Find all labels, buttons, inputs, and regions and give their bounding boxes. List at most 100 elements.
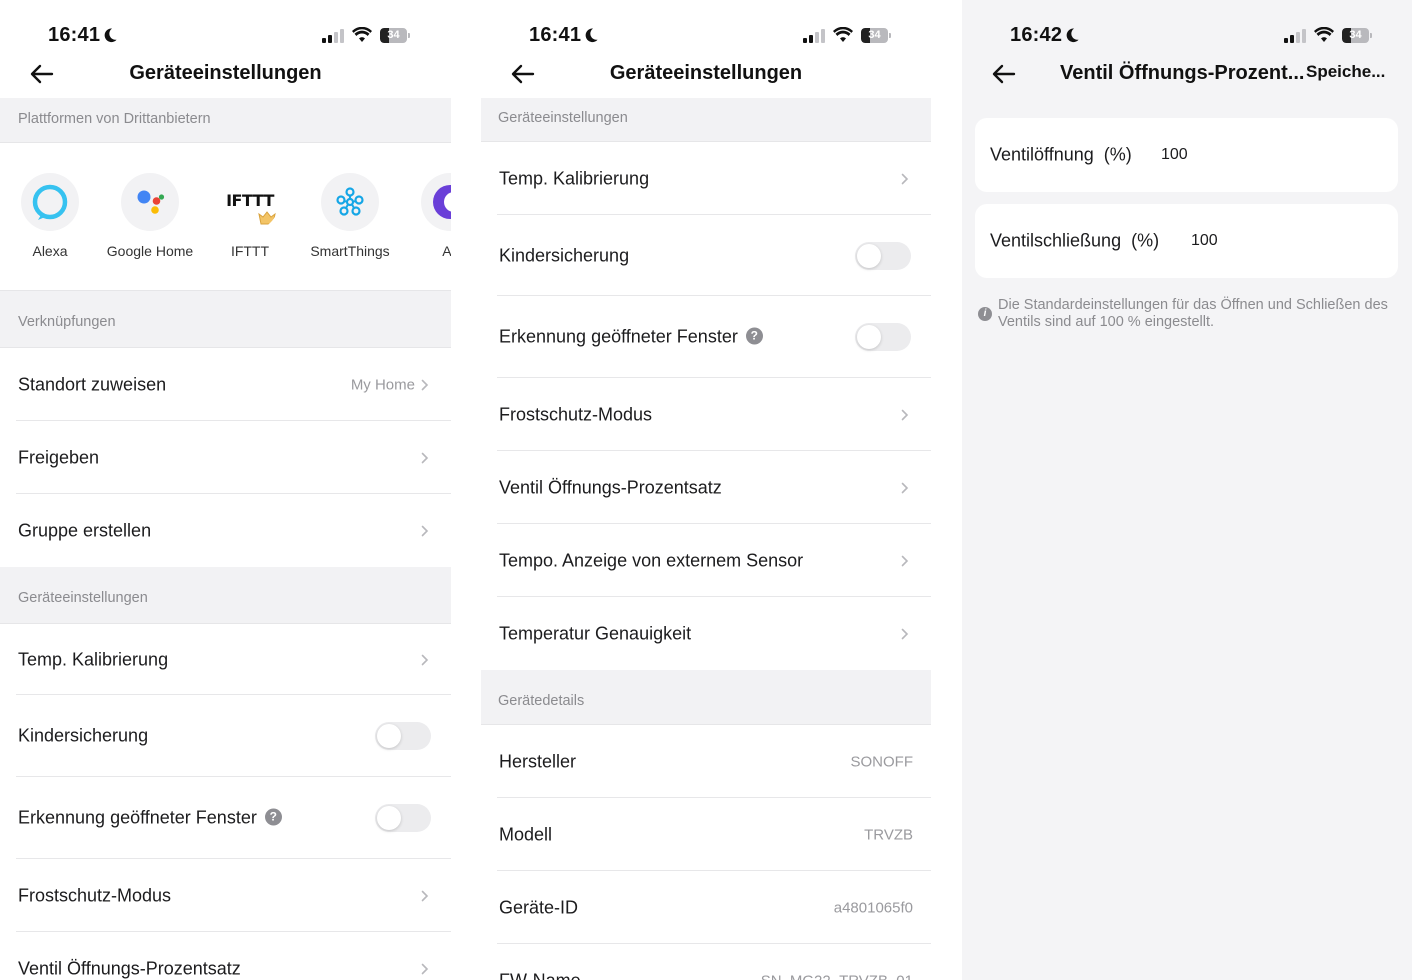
chevron-right-icon [901, 628, 909, 639]
valve-opening-label: Ventilöffnung (%) [990, 144, 1132, 165]
model-row: Modell TRVZB [481, 798, 931, 871]
row-label: Frostschutz-Modus [499, 404, 653, 424]
child-lock-toggle[interactable] [375, 722, 431, 750]
valve-opening-value[interactable]: 100 [1161, 146, 1188, 164]
section-header-device-settings: Geräteeinstellungen [481, 98, 931, 142]
section-header-device-details: Gerätedetails [481, 670, 931, 725]
section-header-device-settings: Geräteeinstellungen [0, 567, 451, 624]
platform-alexa[interactable]: Alexa [0, 173, 100, 259]
row-label: Gruppe erstellen [18, 520, 152, 540]
crown-badge-icon [258, 211, 276, 225]
cellular-signal-icon [1284, 29, 1306, 43]
row-label: Kindersicherung [499, 245, 630, 265]
screen-device-settings-2: 16:41 34 Geräteeinstellungen Geräteeinst… [481, 0, 931, 980]
screen-device-settings-1: 16:41 34 Geräteeinstellungen Plattformen… [0, 0, 451, 980]
temp-calibration-row[interactable]: Temp. Kalibrierung [481, 142, 931, 215]
page-title: Geräteeinstellungen [609, 62, 803, 84]
row-value: a4801065f0 [833, 899, 913, 916]
share-row[interactable]: Freigeben [0, 421, 451, 494]
save-button[interactable]: Speiche... [1306, 62, 1385, 82]
row-value: SONOFF [850, 753, 914, 770]
ifttt-icon: IFTTT [226, 191, 274, 210]
platform-alice[interactable]: Ali [400, 173, 451, 259]
screen-valve-percentage: 16:42 34 Ventil Öffnungs-Prozent... Spei… [962, 0, 1412, 980]
row-label: Freigeben [18, 447, 100, 467]
platform-google-home[interactable]: Google Home [100, 173, 200, 259]
info-icon: i [978, 307, 992, 321]
frost-protection-row[interactable]: Frostschutz-Modus [0, 859, 451, 932]
row-label: Modell [499, 824, 553, 844]
valve-percentage-row[interactable]: Ventil Öffnungs-Prozentsatz [0, 932, 451, 980]
help-icon[interactable]: ? [264, 808, 282, 826]
row-label: Erkennung geöffneter Fenster? [18, 808, 282, 829]
open-window-toggle[interactable] [375, 804, 431, 832]
open-window-toggle[interactable] [855, 323, 911, 351]
row-label: Hersteller [499, 751, 577, 771]
page-title: Ventil Öffnungs-Prozent... [1060, 62, 1305, 84]
note-text: Die Standardeinstellungen für das Öffnen… [998, 297, 1388, 330]
create-group-row[interactable]: Gruppe erstellen [0, 494, 451, 567]
valve-closing-value[interactable]: 100 [1191, 232, 1218, 250]
row-label: Tempo. Anzeige von externem Sensor [499, 550, 804, 570]
alexa-icon [32, 184, 68, 220]
chevron-right-icon [421, 654, 429, 665]
section-header-third-party: Plattformen von Drittanbietern [0, 98, 451, 143]
external-sensor-row[interactable]: Tempo. Anzeige von externem Sensor [481, 524, 931, 597]
status-time: 16:41 [529, 24, 582, 46]
smartthings-icon [336, 187, 364, 216]
page-title: Geräteeinstellungen [129, 62, 322, 84]
assign-location-row[interactable]: Standort zuweisen My Home [0, 348, 451, 421]
nav-bar: Geräteeinstellungen [481, 56, 931, 98]
third-party-platform-list[interactable]: Alexa Google Home IFTTT IFTTT SmartThing… [0, 143, 451, 291]
platform-ifttt[interactable]: IFTTT IFTTT [200, 173, 300, 259]
platform-smartthings[interactable]: SmartThings [300, 173, 400, 259]
moon-icon [104, 28, 117, 43]
row-label: Ventil Öffnungs-Prozentsatz [18, 958, 241, 978]
chevron-right-icon [421, 890, 429, 901]
row-label: Temp. Kalibrierung [18, 649, 169, 669]
row-value: My Home [350, 376, 415, 393]
chevron-right-icon [421, 452, 429, 463]
row-label: Kindersicherung [18, 725, 149, 746]
wifi-icon [833, 27, 853, 42]
row-label: Erkennung geöffneter Fenster? [499, 327, 763, 348]
valve-percentage-row[interactable]: Ventil Öffnungs-Prozentsatz [481, 451, 931, 524]
row-label: Temp. Kalibrierung [499, 168, 650, 188]
child-lock-row: Kindersicherung [481, 215, 931, 296]
google-home-icon [137, 190, 165, 214]
row-label: Geräte-ID [499, 897, 579, 917]
child-lock-row: Kindersicherung [0, 695, 451, 777]
chevron-right-icon [901, 555, 909, 566]
temperature-accuracy-row[interactable]: Temperatur Genauigkeit [481, 597, 931, 670]
moon-icon [585, 28, 598, 43]
battery-icon: 34 [1342, 28, 1374, 44]
status-bar: 16:41 34 [0, 0, 451, 56]
battery-icon: 34 [861, 28, 893, 44]
platform-label: Google Home [106, 243, 194, 259]
temp-calibration-row[interactable]: Temp. Kalibrierung [0, 624, 451, 695]
status-bar: 16:41 34 [481, 0, 931, 56]
battery-icon: 34 [380, 28, 412, 44]
wifi-icon [1314, 27, 1334, 42]
section-header-links: Verknüpfungen [0, 291, 451, 348]
platform-label: IFTTT [230, 243, 270, 259]
back-arrow-icon[interactable] [992, 64, 1016, 84]
child-lock-toggle[interactable] [855, 241, 911, 270]
valve-closing-card[interactable]: Ventilschließung (%) 100 [975, 204, 1398, 278]
chevron-right-icon [901, 482, 909, 493]
row-label: Frostschutz-Modus [18, 885, 172, 905]
open-window-detection-row: Erkennung geöffneter Fenster? [0, 777, 451, 859]
platform-label: Ali [442, 243, 451, 259]
moon-icon [1066, 28, 1079, 43]
chevron-right-icon [901, 409, 909, 420]
device-id-row: Geräte-ID a4801065f0 [481, 871, 931, 944]
valve-opening-card[interactable]: Ventilöffnung (%) 100 [975, 118, 1398, 192]
valve-closing-label: Ventilschließung (%) [990, 230, 1160, 251]
nav-bar: Geräteeinstellungen [0, 56, 451, 98]
frost-protection-row[interactable]: Frostschutz-Modus [481, 378, 931, 451]
help-icon[interactable]: ? [745, 327, 763, 345]
chevron-right-icon [421, 379, 429, 390]
platform-label: Alexa [32, 243, 68, 259]
status-bar: 16:42 34 [962, 0, 1412, 56]
cellular-signal-icon [322, 29, 344, 43]
